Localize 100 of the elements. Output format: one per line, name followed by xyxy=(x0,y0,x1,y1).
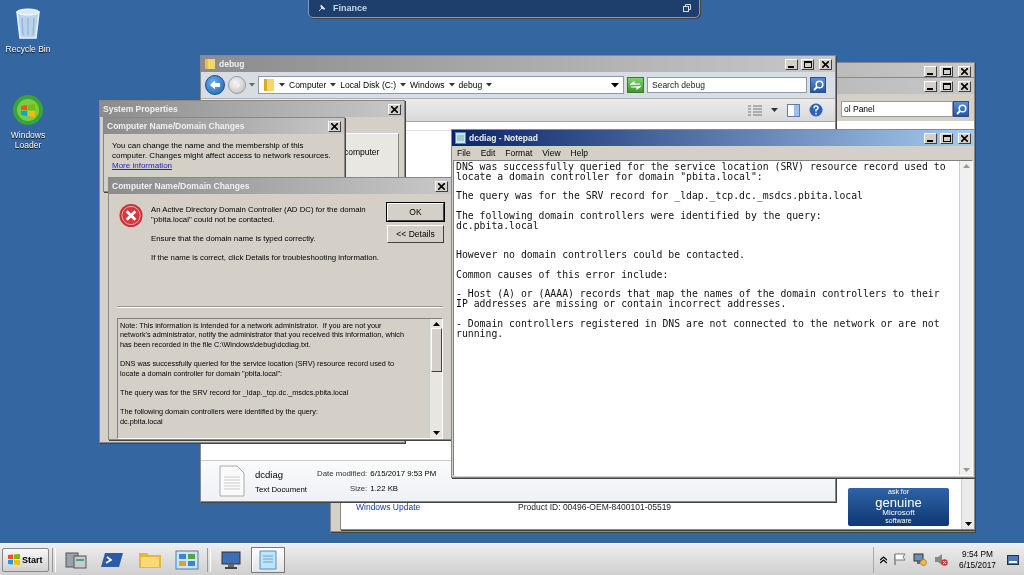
back-button[interactable] xyxy=(205,75,225,95)
window-title: Computer Name/Domain Changes xyxy=(112,181,250,191)
product-id: Product ID: 00496-OEM-8400101-05519 xyxy=(518,502,673,512)
flag-icon[interactable] xyxy=(894,553,907,566)
address-bar[interactable]: Computer Local Disk (C:) Windows debug xyxy=(258,76,624,94)
search-field[interactable]: ol Panel xyxy=(841,101,953,117)
caret-icon[interactable] xyxy=(771,108,778,112)
maximize-icon xyxy=(803,60,812,68)
breadcrumb-item[interactable]: Windows xyxy=(400,80,445,90)
close-button[interactable] xyxy=(328,120,341,132)
folder-icon xyxy=(263,78,275,92)
minimize-button[interactable] xyxy=(924,80,937,92)
window-title: Computer Name/Domain Changes xyxy=(107,121,245,131)
description-text: computer xyxy=(343,146,381,157)
menu-item[interactable]: Help xyxy=(570,147,589,158)
breadcrumb-item[interactable]: Computer xyxy=(279,80,327,90)
close-button[interactable] xyxy=(958,65,971,77)
search-icon xyxy=(955,103,967,115)
window-title: Finance xyxy=(333,3,367,13)
recycle-bin-icon[interactable] xyxy=(14,6,42,40)
close-button[interactable] xyxy=(388,103,401,115)
error-icon xyxy=(119,203,144,228)
minimize-button[interactable] xyxy=(785,58,798,70)
close-icon xyxy=(961,67,968,75)
maximize-button[interactable] xyxy=(940,80,953,92)
scroll-down-arrow-icon[interactable] xyxy=(964,522,972,527)
refresh-arrows-icon xyxy=(629,80,642,90)
scrollbar[interactable] xyxy=(961,479,974,529)
caret-icon[interactable] xyxy=(486,83,493,87)
show-hidden-icons-icon[interactable] xyxy=(880,555,888,564)
maximize-icon xyxy=(942,134,951,142)
menu-item[interactable]: Edit xyxy=(480,147,496,158)
file-name: dcdiag xyxy=(255,468,284,480)
clock[interactable]: 9:54 PM 6/15/2017 xyxy=(955,548,1000,571)
maximize-button[interactable] xyxy=(940,132,953,144)
refresh-button[interactable] xyxy=(627,77,644,93)
close-icon xyxy=(961,134,968,142)
caret-icon xyxy=(448,83,455,87)
show-desktop-icon[interactable] xyxy=(1007,554,1019,565)
caret-icon xyxy=(279,83,285,87)
window-title: System Properties xyxy=(103,104,178,114)
close-icon xyxy=(391,105,398,113)
menu-item[interactable]: View xyxy=(542,147,561,158)
taskbar-button[interactable] xyxy=(250,546,285,573)
close-icon xyxy=(331,122,338,130)
search-button[interactable] xyxy=(953,101,969,117)
close-button[interactable] xyxy=(435,180,448,192)
scroll-down-arrow-icon[interactable] xyxy=(432,431,440,436)
close-icon xyxy=(961,82,968,90)
notepad-icon xyxy=(455,132,466,144)
search-button[interactable] xyxy=(810,77,826,93)
window-title: debug xyxy=(219,59,245,69)
minimized-window[interactable]: Finance xyxy=(308,0,700,18)
maximize-icon xyxy=(942,67,951,75)
restore-icon[interactable] xyxy=(683,4,691,12)
search-field[interactable]: Search debug xyxy=(647,77,807,93)
window-title: dcdiag - Notepad xyxy=(469,133,538,143)
caret-icon xyxy=(400,83,407,87)
server-icon xyxy=(63,549,88,570)
maximize-button[interactable] xyxy=(801,58,814,70)
breadcrumb-item[interactable]: Local Disk (C:) xyxy=(330,80,397,90)
muted-volume-icon[interactable] xyxy=(934,553,949,566)
close-icon xyxy=(438,182,445,190)
minimize-button[interactable] xyxy=(924,65,937,77)
pin-icon xyxy=(317,3,327,13)
breadcrumb-item[interactable]: debug xyxy=(448,80,483,90)
preview-pane-icon[interactable] xyxy=(787,103,800,117)
desktop-icon-label[interactable]: Recycle Bin xyxy=(4,44,52,54)
dropdown-arrow-icon[interactable] xyxy=(611,82,619,88)
windows-logo-icon xyxy=(8,554,20,565)
scrollbar[interactable] xyxy=(429,318,442,438)
network-icon[interactable] xyxy=(913,553,928,566)
monitor-icon xyxy=(218,549,243,570)
scroll-thumb[interactable] xyxy=(430,327,442,372)
orb-icon[interactable] xyxy=(12,94,44,126)
description-text: You can change the name and the membership of this computer. Changes might affect access to network resources. xyxy=(112,141,332,161)
more-information-link[interactable]: More information xyxy=(112,161,173,170)
scroll-up-arrow-icon[interactable] xyxy=(432,320,440,326)
desktop-icon-label[interactable]: Windows Loader xyxy=(4,130,52,150)
text-document-icon xyxy=(219,465,245,497)
help-icon[interactable] xyxy=(809,103,823,117)
menu-item[interactable]: Format xyxy=(505,147,533,158)
back-arrow-icon xyxy=(209,80,221,90)
close-icon xyxy=(822,60,829,68)
ok-button[interactable]: OK xyxy=(387,203,444,221)
search-icon xyxy=(812,79,824,91)
start-button[interactable]: Start xyxy=(2,547,49,572)
control-panel-icon xyxy=(174,549,199,570)
folder-icon xyxy=(204,58,216,70)
close-button[interactable] xyxy=(958,132,971,144)
forward-arrow-icon xyxy=(232,81,242,89)
details-button[interactable]: << Details xyxy=(387,225,444,243)
menu-item[interactable]: File xyxy=(457,147,471,158)
maximize-icon xyxy=(942,82,951,90)
minimize-button[interactable] xyxy=(924,132,937,144)
close-button[interactable] xyxy=(819,58,832,70)
maximize-button[interactable] xyxy=(940,65,953,77)
windows-update-link[interactable]: Windows Update xyxy=(356,502,518,512)
close-button[interactable] xyxy=(958,80,971,92)
caret-icon xyxy=(330,83,337,87)
